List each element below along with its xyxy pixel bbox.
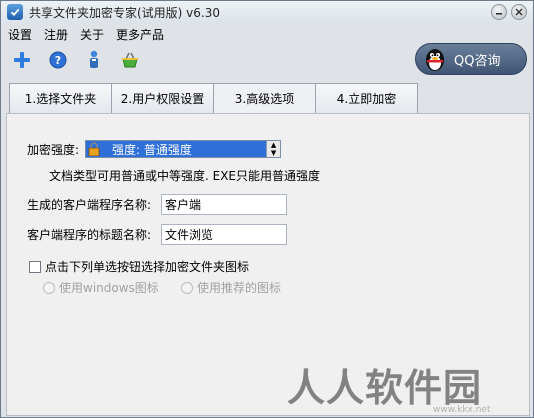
radio-recommended-row: 使用推荐的图标 bbox=[181, 279, 281, 296]
menu-more-products[interactable]: 更多产品 bbox=[115, 26, 165, 43]
add-icon bbox=[14, 52, 30, 68]
add-button[interactable] bbox=[11, 49, 33, 71]
chevron-up-icon[interactable]: ▲ bbox=[267, 141, 280, 149]
help-button[interactable]: ? bbox=[47, 49, 69, 71]
radio-windows-label: 使用windows图标 bbox=[59, 281, 159, 295]
tab-user-permissions[interactable]: 2.用户权限设置 bbox=[111, 83, 214, 113]
watermark-url: www.kkx.net bbox=[433, 405, 491, 415]
strength-spinner[interactable]: ▲ ▼ bbox=[266, 141, 281, 157]
close-button[interactable] bbox=[511, 4, 527, 20]
folder-icon-row: 点击下列单选按钮选择加密文件夹图标 bbox=[29, 258, 249, 275]
lock-icon bbox=[88, 142, 100, 156]
strength-select[interactable]: 强度: 普通强度 ▲ ▼ bbox=[85, 140, 282, 158]
qq-penguin-icon bbox=[426, 49, 444, 71]
close-icon bbox=[515, 8, 523, 16]
tab-bar: 1.选择文件夹 2.用户权限设置 3.高级选项 4.立即加密 bbox=[9, 83, 418, 113]
radio-recommended-label: 使用推荐的图标 bbox=[197, 281, 282, 295]
minimize-icon bbox=[496, 13, 502, 15]
toolbar: ? bbox=[11, 49, 141, 71]
client-title-input[interactable]: 文件浏览 bbox=[161, 224, 287, 245]
window-title: 共享文件夹加密专家(试用版) v6.30 bbox=[29, 5, 220, 20]
menu-about[interactable]: 关于 bbox=[79, 26, 105, 43]
tab-label: 1.选择文件夹 bbox=[24, 92, 97, 106]
client-title-row: 客户端程序的标题名称: 文件浏览 bbox=[27, 224, 287, 245]
shield-icon bbox=[7, 4, 23, 20]
tab-select-folder[interactable]: 1.选择文件夹 bbox=[9, 83, 112, 113]
qq-consult-button[interactable]: QQ咨询 bbox=[415, 43, 527, 75]
title-bar[interactable]: 共享文件夹加密专家(试用版) v6.30 bbox=[1, 1, 533, 23]
strength-hint: 文档类型可用普通或中等强度. EXE只能用普通强度 bbox=[49, 169, 321, 183]
strength-label: 加密强度: bbox=[27, 142, 80, 157]
radio-windows-icon[interactable] bbox=[43, 281, 55, 294]
folder-icon-label: 点击下列单选按钮选择加密文件夹图标 bbox=[45, 260, 250, 274]
menu-bar: 设置 注册 关于 更多产品 bbox=[7, 25, 165, 43]
client-name-row: 生成的客户端程序名称: 客户端 bbox=[27, 194, 287, 215]
window-controls bbox=[491, 4, 527, 20]
watermark: 人人软件园 bbox=[287, 366, 483, 410]
strength-value: 强度: 普通强度 bbox=[112, 142, 192, 157]
chevron-down-icon[interactable]: ▼ bbox=[267, 149, 280, 157]
radio-windows-row: 使用windows图标 bbox=[43, 279, 159, 296]
app-window: 共享文件夹加密专家(试用版) v6.30 设置 注册 关于 更多产品 ? QQ咨… bbox=[0, 0, 534, 418]
minimize-button[interactable] bbox=[491, 4, 507, 20]
tab-encrypt-now[interactable]: 4.立即加密 bbox=[315, 83, 418, 113]
tab-label: 2.用户权限设置 bbox=[120, 92, 205, 106]
tab-label: 4.立即加密 bbox=[336, 92, 397, 106]
qq-label: QQ咨询 bbox=[454, 53, 501, 69]
tab-label: 3.高级选项 bbox=[234, 92, 295, 106]
user-icon bbox=[90, 50, 98, 68]
client-name-input[interactable]: 客户端 bbox=[161, 194, 287, 215]
basket-button[interactable] bbox=[119, 49, 141, 71]
folder-icon-checkbox[interactable] bbox=[29, 260, 41, 273]
help-icon: ? bbox=[49, 51, 67, 69]
strength-hint-row: 文档类型可用普通或中等强度. EXE只能用普通强度 bbox=[49, 167, 320, 184]
client-title-label: 客户端程序的标题名称: bbox=[27, 228, 152, 242]
basket-icon bbox=[122, 52, 138, 68]
client-name-label: 生成的客户端程序名称: bbox=[27, 198, 152, 212]
menu-register[interactable]: 注册 bbox=[43, 26, 69, 43]
user-button[interactable] bbox=[83, 49, 105, 71]
tab-advanced-options[interactable]: 3.高级选项 bbox=[213, 83, 316, 113]
radio-recommended-icon[interactable] bbox=[181, 281, 193, 294]
svg-text:?: ? bbox=[55, 54, 61, 67]
strength-row: 加密强度: 强度: 普通强度 ▲ ▼ bbox=[27, 140, 282, 158]
menu-settings[interactable]: 设置 bbox=[7, 26, 33, 43]
